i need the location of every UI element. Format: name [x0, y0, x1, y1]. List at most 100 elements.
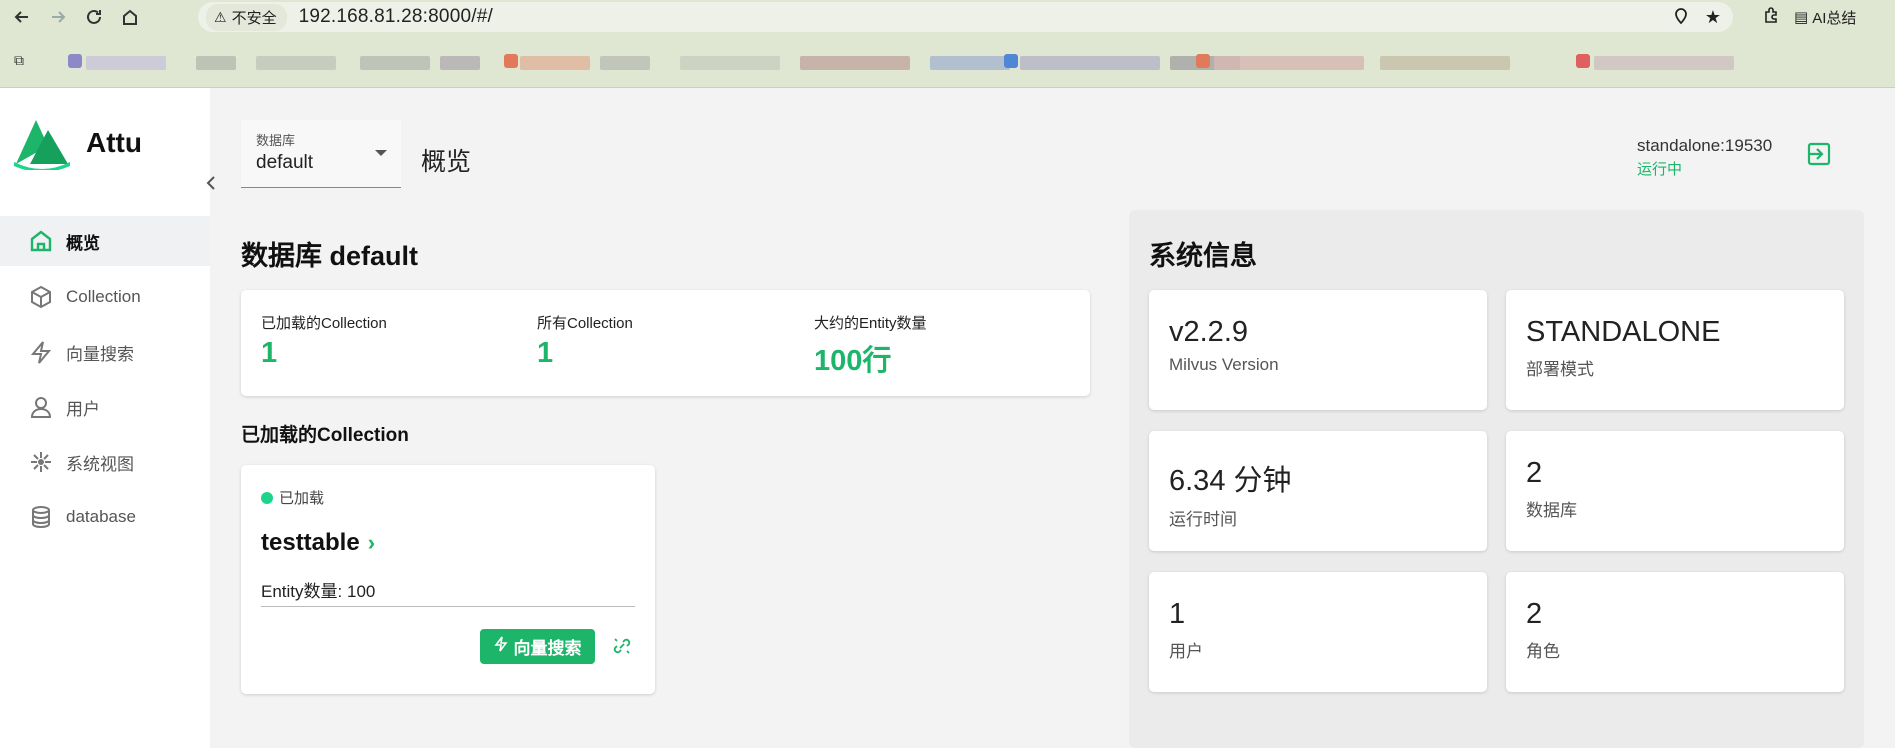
bookmark-item[interactable]	[930, 56, 1010, 70]
bookmark-item[interactable]	[360, 56, 430, 70]
bookmark-item[interactable]	[800, 56, 910, 70]
sidebar-item-label: Collection	[66, 287, 141, 306]
bookmark-item[interactable]	[600, 56, 650, 70]
database-select[interactable]: 数据库 default	[241, 120, 401, 188]
bookmark-icon[interactable]	[1196, 54, 1210, 68]
tab-stack-icon[interactable]: ⧉	[14, 52, 24, 69]
system-card-label: 运行时间	[1169, 510, 1237, 529]
entity-count-value: 100	[346, 582, 376, 601]
bookmark-item[interactable]	[680, 56, 780, 70]
insecure-label: 不安全	[231, 9, 277, 27]
system-card-uptime: 6.34 分钟 运行时间	[1149, 431, 1487, 551]
sidebar-item-overview[interactable]: 概览	[0, 216, 210, 266]
location-icon[interactable]	[1673, 7, 1689, 30]
home-icon[interactable]	[116, 3, 144, 31]
vector-search-label: 向量搜索	[513, 639, 582, 658]
database-stats-card: 已加载的Collection 1 所有Collection 1 大约的Entit…	[241, 290, 1090, 396]
bookmark-item[interactable]	[1380, 56, 1510, 70]
sidebar-item-label: database	[66, 507, 136, 526]
bookmark-icon[interactable]	[68, 54, 82, 68]
database-select-label: 数据库	[256, 133, 296, 148]
system-card-databases: 2 数据库	[1506, 431, 1844, 551]
ai-summary-icon: ▤	[1794, 9, 1809, 26]
bookmark-item[interactable]	[196, 56, 236, 70]
status-label: 已加载	[279, 490, 325, 507]
stat-value: 100行	[814, 345, 892, 377]
ai-summary-button[interactable]: ▤ AI总结	[1794, 7, 1856, 28]
back-arrow-icon[interactable]	[8, 3, 36, 31]
bookmark-item[interactable]	[256, 56, 336, 70]
extensions-icon[interactable]	[1762, 6, 1780, 28]
database-title: 数据库 default	[241, 241, 419, 271]
attu-app: Attu 概览 Collection 向量搜索 用户 系统视图 database…	[0, 88, 1895, 748]
collection-name: testtable	[261, 529, 360, 556]
warning-icon: ⚠	[214, 8, 227, 25]
bookmark-item[interactable]	[520, 56, 590, 70]
bookmark-item[interactable]	[86, 56, 166, 70]
cube-icon	[26, 282, 56, 312]
database-icon	[26, 502, 56, 532]
address-bar[interactable]: ⚠ 不安全 192.168.81.28:8000/#/ ★	[198, 2, 1733, 32]
bookmark-item[interactable]	[440, 56, 480, 70]
vector-search-button[interactable]: 向量搜索	[480, 629, 595, 664]
bookmark-icon[interactable]	[504, 54, 518, 68]
logo[interactable]: Attu	[12, 116, 142, 170]
stat-label: 已加载的Collection	[261, 315, 387, 332]
sidebar-item-label: 系统视图	[66, 454, 134, 474]
dropdown-caret-icon	[375, 150, 387, 156]
bookmarks-bar: ⧉	[0, 34, 1895, 88]
system-card-users: 1 用户	[1149, 572, 1487, 692]
system-card-version: v2.2.9 Milvus Version	[1149, 290, 1487, 410]
stat-label: 所有Collection	[537, 315, 633, 332]
system-card-deploy-mode: STANDALONE 部署模式	[1506, 290, 1844, 410]
system-card-label: Milvus Version	[1169, 355, 1279, 374]
reload-icon[interactable]	[80, 3, 108, 31]
sidebar-item-vector-search[interactable]: 向量搜索	[0, 327, 210, 377]
sidebar-item-system-view[interactable]: 系统视图	[0, 437, 210, 487]
logout-icon[interactable]	[1805, 140, 1833, 168]
release-link-icon[interactable]	[611, 635, 633, 657]
collection-name-link[interactable]: testtable ›	[261, 529, 375, 557]
sidebar-item-label: 概览	[66, 233, 100, 253]
system-card-label: 部署模式	[1526, 360, 1594, 379]
bookmark-icon[interactable]	[1576, 54, 1590, 68]
connection-status: 运行中	[1637, 161, 1683, 178]
system-info-panel: 系统信息 v2.2.9 Milvus Version STANDALONE 部署…	[1129, 210, 1864, 748]
sidebar-item-collection[interactable]: Collection	[0, 272, 210, 322]
sidebar-item-users[interactable]: 用户	[0, 382, 210, 432]
attu-logo-icon	[14, 120, 70, 170]
system-card-roles: 2 角色	[1506, 572, 1844, 692]
bookmark-icon[interactable]	[1004, 54, 1018, 68]
star-icon[interactable]: ★	[1705, 7, 1721, 30]
bookmark-item[interactable]	[1594, 56, 1734, 70]
url-text[interactable]: 192.168.81.28:8000/#/	[299, 6, 493, 28]
chevron-right-icon: ›	[367, 530, 376, 555]
system-info-title: 系统信息	[1149, 241, 1257, 271]
status-badge: 已加载	[261, 487, 324, 508]
bolt-icon	[26, 337, 56, 367]
forward-arrow-icon[interactable]	[44, 3, 72, 31]
home-icon	[26, 226, 56, 256]
collapse-sidebar-chevron-icon[interactable]	[200, 172, 222, 194]
bookmark-item[interactable]	[1214, 56, 1364, 70]
loaded-collections-title: 已加载的Collection	[241, 425, 409, 446]
sidebar-item-database[interactable]: database	[0, 492, 210, 542]
connection-address: standalone:19530	[1637, 136, 1773, 155]
sidebar-item-label: 用户	[66, 399, 100, 419]
system-card-label: 数据库	[1526, 501, 1577, 520]
stat-loaded-collections: 已加载的Collection 1	[261, 312, 387, 370]
stat-value: 1	[261, 337, 278, 369]
page-title: 概览	[421, 148, 472, 176]
stat-entity-count: 大约的Entity数量 100行	[814, 312, 927, 379]
system-card-value: 2	[1526, 457, 1543, 489]
database-select-value: default	[256, 152, 314, 173]
bookmark-item[interactable]	[1020, 56, 1160, 70]
system-card-label: 角色	[1526, 642, 1560, 661]
security-indicator[interactable]: ⚠ 不安全	[206, 3, 287, 31]
system-card-value: v2.2.9	[1169, 316, 1248, 348]
sidebar: Attu 概览 Collection 向量搜索 用户 系统视图 database	[0, 88, 210, 748]
network-icon	[26, 447, 56, 477]
logo-text: Attu	[86, 127, 142, 158]
entity-count-label: Entity数量:	[261, 582, 343, 601]
system-card-label: 用户	[1169, 642, 1203, 661]
